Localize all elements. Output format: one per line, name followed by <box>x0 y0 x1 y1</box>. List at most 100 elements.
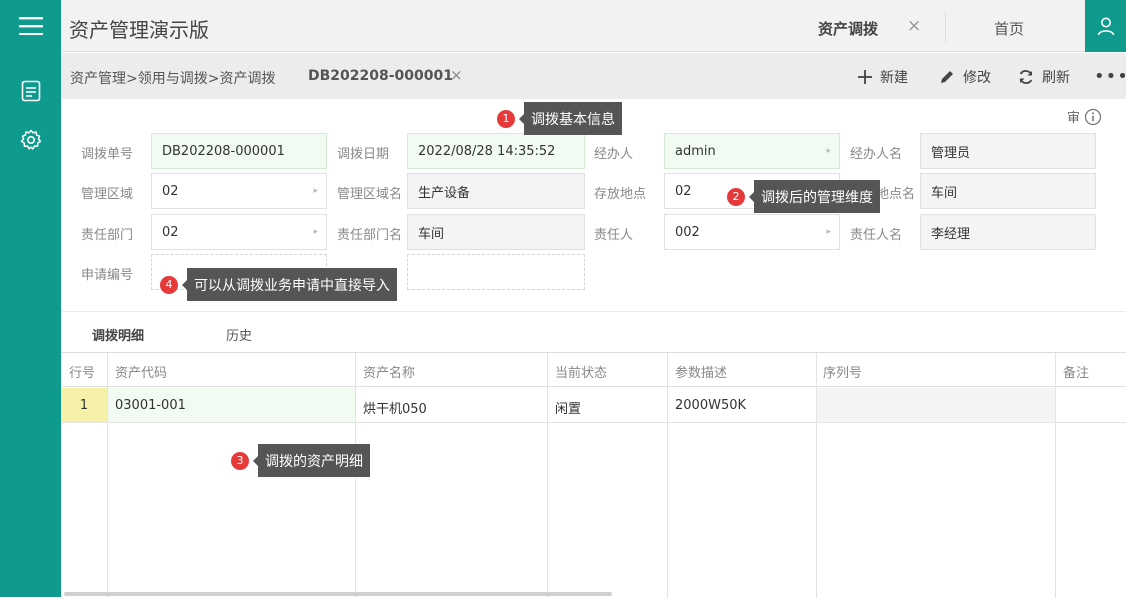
column-divider <box>667 353 668 598</box>
col-header-spec[interactable]: 参数描述 <box>675 362 727 381</box>
app-title: 资产管理演示版 <box>69 18 209 42</box>
table-row[interactable]: 1 03001-001 烘干机050 闲置 2000W50K <box>61 388 1126 423</box>
document-close-button[interactable]: × <box>450 66 463 84</box>
hamburger-menu-button[interactable] <box>0 0 61 52</box>
refresh-button-label: 刷新 <box>1042 70 1070 86</box>
info-icon <box>1084 108 1102 125</box>
tooltip-asset-detail: 3 调拨的资产明细 <box>231 444 370 477</box>
dept-name-field: 车间 <box>407 214 585 250</box>
toolbar: 资产管理>领用与调拨>资产调拨 DB202208-000001 × 新建 修改 … <box>61 53 1126 99</box>
chevron-right-icon: ▸ <box>313 227 318 237</box>
column-divider <box>1055 353 1056 598</box>
row-number-cell: 1 <box>61 388 107 422</box>
tooltip-import-from-request: 4 可以从调拨业务申请中直接导入 <box>160 268 397 301</box>
chevron-right-icon: ▸ <box>826 227 831 237</box>
user-icon <box>1097 17 1114 36</box>
doc-no-field[interactable]: DB202208-000001 <box>151 133 327 169</box>
area-name-label: 管理区域名 <box>337 187 403 202</box>
col-header-remark[interactable]: 备注 <box>1063 362 1089 381</box>
gear-icon <box>20 129 41 150</box>
tooltip-text: 调拨基本信息 <box>519 102 622 135</box>
user-button[interactable] <box>1085 0 1126 52</box>
detail-tabs: 调拨明细 历史 <box>61 311 1126 352</box>
hamburger-icon <box>18 17 43 35</box>
column-divider <box>816 353 817 598</box>
area-label: 管理区域 <box>81 187 134 202</box>
doc-date-field[interactable]: 2022/08/28 14:35:52 <box>407 133 585 169</box>
tooltip-badge: 2 <box>727 187 745 206</box>
handler-name-field: 管理员 <box>920 133 1096 169</box>
horizontal-scrollbar[interactable] <box>64 592 612 596</box>
tab-home[interactable]: 首页 <box>994 18 1024 39</box>
refresh-button[interactable]: 刷新 <box>1018 67 1070 87</box>
area-field[interactable]: 02 ▸ <box>151 173 327 209</box>
asset-detail-grid: 行号 资产代码 资产名称 当前状态 参数描述 序列号 备注 1 03001-00… <box>61 352 1126 598</box>
area-value: 02 <box>162 183 179 199</box>
tooltip-text: 调拨后的管理维度 <box>749 180 880 213</box>
status-cell[interactable]: 闲置 <box>555 398 581 417</box>
location-label: 存放地点 <box>594 187 647 202</box>
area-name-field: 生产设备 <box>407 173 585 209</box>
handler-field[interactable]: admin ▸ <box>664 133 840 169</box>
location-name-field: 车间 <box>920 173 1096 209</box>
asset-name-cell[interactable]: 烘干机050 <box>363 398 427 417</box>
breadcrumb: 资产管理>领用与调拨>资产调拨 <box>70 71 276 87</box>
owner-name-label: 责任人名 <box>850 228 903 243</box>
sidebar-item-settings[interactable] <box>0 115 61 164</box>
tab-close-button[interactable]: × <box>907 16 921 36</box>
tooltip-badge: 1 <box>497 109 515 128</box>
location-value: 02 <box>675 183 692 199</box>
tab-history[interactable]: 历史 <box>226 325 252 344</box>
audit-label: 审 <box>1067 111 1081 126</box>
dept-name-label: 责任部门名 <box>337 228 403 243</box>
dept-field[interactable]: 02 ▸ <box>151 214 327 250</box>
document-number-tab: DB202208-000001 <box>308 68 453 84</box>
tooltip-basic-info: 1 调拨基本信息 <box>497 102 622 135</box>
handler-label: 经办人 <box>594 147 634 162</box>
tooltip-text: 可以从调拨业务申请中直接导入 <box>182 268 397 301</box>
new-button-label: 新建 <box>880 70 908 86</box>
col-header-asset-name[interactable]: 资产名称 <box>363 362 415 381</box>
chevron-right-icon: ▸ <box>826 146 831 156</box>
dept-value: 02 <box>162 224 179 240</box>
handler-name-label: 经办人名 <box>850 147 903 162</box>
column-divider <box>547 353 548 598</box>
owner-name-field: 李经理 <box>920 214 1096 250</box>
owner-field[interactable]: 002 ▸ <box>664 214 840 250</box>
grid-header: 行号 资产代码 资产名称 当前状态 参数描述 序列号 备注 <box>61 353 1126 387</box>
doc-date-label: 调拨日期 <box>337 147 390 162</box>
remark-field[interactable] <box>407 254 585 290</box>
serial-cell-bg <box>817 388 1055 422</box>
col-header-status[interactable]: 当前状态 <box>555 362 607 381</box>
handler-value: admin <box>675 143 716 159</box>
edit-button-label: 修改 <box>963 70 991 86</box>
asset-code-cell[interactable]: 03001-001 <box>115 398 186 413</box>
col-header-row-no[interactable]: 行号 <box>69 362 95 381</box>
chevron-right-icon: ▸ <box>313 186 318 196</box>
plus-icon <box>858 70 872 84</box>
new-button[interactable]: 新建 <box>858 67 908 87</box>
tab-transfer-detail[interactable]: 调拨明细 <box>92 325 144 344</box>
col-header-asset-code[interactable]: 资产代码 <box>115 362 167 381</box>
spec-cell[interactable]: 2000W50K <box>675 398 746 413</box>
edit-button[interactable]: 修改 <box>939 67 991 87</box>
sidebar <box>0 0 61 597</box>
tooltip-text: 调拨的资产明细 <box>253 444 370 477</box>
more-button[interactable]: ••• <box>1094 66 1126 87</box>
owner-value: 002 <box>675 224 700 240</box>
pencil-icon <box>941 71 953 83</box>
tab-divider <box>945 12 946 42</box>
owner-label: 责任人 <box>594 228 634 243</box>
col-header-serial[interactable]: 序列号 <box>823 362 862 381</box>
refresh-icon <box>1019 70 1033 84</box>
tooltip-badge: 4 <box>160 275 178 294</box>
dept-label: 责任部门 <box>81 228 134 243</box>
tooltip-badge: 3 <box>231 451 249 470</box>
sidebar-item-documents[interactable] <box>0 66 61 115</box>
header: 资产管理演示版 资产调拨 × 首页 <box>61 0 1126 52</box>
tooltip-management-dimension: 2 调拨后的管理维度 <box>727 180 880 213</box>
document-icon <box>21 80 40 101</box>
audit-indicator[interactable]: 审 <box>1067 107 1102 126</box>
tab-asset-transfer[interactable]: 资产调拨 <box>818 18 878 39</box>
column-divider <box>107 353 108 598</box>
